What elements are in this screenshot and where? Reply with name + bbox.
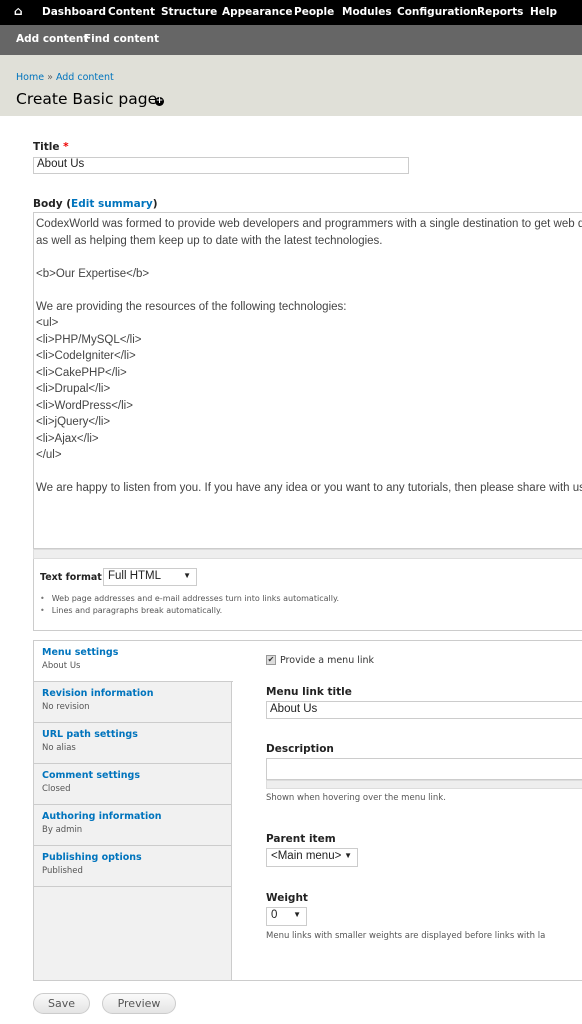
vtab-publishing-options[interactable]: Publishing options Published xyxy=(34,846,232,887)
page-header: Home » Add content Create Basic page + xyxy=(0,55,582,116)
toolbar-content[interactable]: Content xyxy=(108,6,155,18)
weight-select[interactable]: 0 ▼ xyxy=(266,907,307,926)
toolbar-dashboard[interactable]: Dashboard xyxy=(42,6,106,18)
breadcrumb: Home » Add content xyxy=(16,72,114,83)
vtab-revision-information[interactable]: Revision information No revision xyxy=(34,682,232,723)
description-resize-grip[interactable] xyxy=(266,780,582,789)
body-text-line: </ul> xyxy=(36,449,62,461)
vtab-authoring-information[interactable]: Authoring information By admin xyxy=(34,805,232,846)
text-format-label: Text format xyxy=(40,572,102,583)
description-textarea[interactable] xyxy=(266,758,582,780)
save-button[interactable]: Save xyxy=(33,993,90,1014)
description-help: Shown when hovering over the menu link. xyxy=(266,793,446,803)
provide-menu-link-checkbox[interactable]: ✔ xyxy=(266,655,276,665)
vtab-menu-settings[interactable]: Menu settings About Us xyxy=(34,641,233,682)
vtab-comment-settings[interactable]: Comment settings Closed xyxy=(34,764,232,805)
edit-summary-link[interactable]: Edit summary xyxy=(71,198,153,210)
tip-item: Web page addresses and e-mail addresses … xyxy=(40,593,339,605)
chevron-down-icon: ▼ xyxy=(344,851,352,860)
text-format-tips: Web page addresses and e-mail addresses … xyxy=(40,593,339,617)
toolbar-modules[interactable]: Modules xyxy=(342,6,392,18)
body-text-line xyxy=(36,464,582,481)
vtab-url-path-settings[interactable]: URL path settings No alias xyxy=(34,723,232,764)
body-label: Body (Edit summary) xyxy=(33,198,158,210)
body-text-line: <li>CodeIgniter</li> xyxy=(36,350,136,362)
title-input[interactable]: About Us xyxy=(33,157,409,174)
add-shortcut-icon[interactable]: + xyxy=(155,97,164,106)
breadcrumb-home[interactable]: Home xyxy=(16,72,44,83)
body-text-line: <li>CakePHP</li> xyxy=(36,366,127,379)
weight-label: Weight xyxy=(266,892,308,904)
shortcut-find-content[interactable]: Find content xyxy=(84,33,159,45)
body-text-line: We are providing the resources of the fo… xyxy=(36,300,347,313)
admin-toolbar: ⌂ Dashboard Content Structure Appearance… xyxy=(0,0,582,25)
chevron-down-icon: ▼ xyxy=(183,571,191,580)
menu-link-title-label: Menu link title xyxy=(266,686,352,698)
parent-item-label: Parent item xyxy=(266,833,336,845)
toolbar-structure[interactable]: Structure xyxy=(161,6,217,18)
body-text-line: We are happy to listen from you. If you … xyxy=(36,482,582,494)
body-text-line: <li>jQuery</li> xyxy=(36,416,111,428)
toolbar-reports[interactable]: Reports xyxy=(477,6,523,18)
vertical-tabs-list: Menu settings About Us Revision informati… xyxy=(34,641,233,980)
body-text-line: <li>WordPress</li> xyxy=(36,399,133,412)
weight-help: Menu links with smaller weights are disp… xyxy=(266,931,546,941)
body-text-line: <li>Drupal</li> xyxy=(36,383,111,395)
chevron-down-icon: ▼ xyxy=(293,910,301,919)
body-text-line: <li>Ajax</li> xyxy=(36,432,99,445)
text-format-select[interactable]: Full HTML ▼ xyxy=(103,568,197,586)
parent-item-select[interactable]: <Main menu> ▼ xyxy=(266,848,358,867)
body-textarea[interactable]: CodexWorld was formed to provide web dev… xyxy=(33,212,582,549)
body-text-line: <ul> xyxy=(36,317,59,329)
body-text-line xyxy=(36,249,582,266)
body-text-line: as well as helping them keep up to date … xyxy=(36,234,383,247)
toolbar-people[interactable]: People xyxy=(294,6,334,18)
page-title: Create Basic page xyxy=(16,90,158,108)
textarea-resize-grip[interactable] xyxy=(33,549,582,559)
description-label: Description xyxy=(266,743,334,755)
vertical-tabs: Menu settings About Us Revision informati… xyxy=(33,640,582,981)
body-text-line: <b>Our Expertise</b> xyxy=(36,267,150,280)
tip-item: Lines and paragraphs break automatically… xyxy=(40,605,339,617)
home-icon[interactable]: ⌂ xyxy=(14,4,23,18)
toolbar-configuration[interactable]: Configuration xyxy=(397,6,478,18)
body-text-line xyxy=(36,282,582,299)
menu-link-title-input[interactable]: About Us xyxy=(266,701,582,719)
shortcuts-bar: Add content Find content xyxy=(0,25,582,55)
title-label: Title * xyxy=(33,141,69,153)
body-text-line: <li>PHP/MySQL</li> xyxy=(36,333,142,346)
shortcut-add-content[interactable]: Add content xyxy=(16,33,88,45)
breadcrumb-separator: » xyxy=(47,72,53,83)
toolbar-appearance[interactable]: Appearance xyxy=(222,6,292,18)
preview-button[interactable]: Preview xyxy=(102,993,176,1014)
provide-menu-link-label: Provide a menu link xyxy=(280,655,375,666)
toolbar-help[interactable]: Help xyxy=(530,6,557,18)
body-text-line: CodexWorld was formed to provide web dev… xyxy=(36,218,582,230)
breadcrumb-add-content[interactable]: Add content xyxy=(56,72,114,83)
